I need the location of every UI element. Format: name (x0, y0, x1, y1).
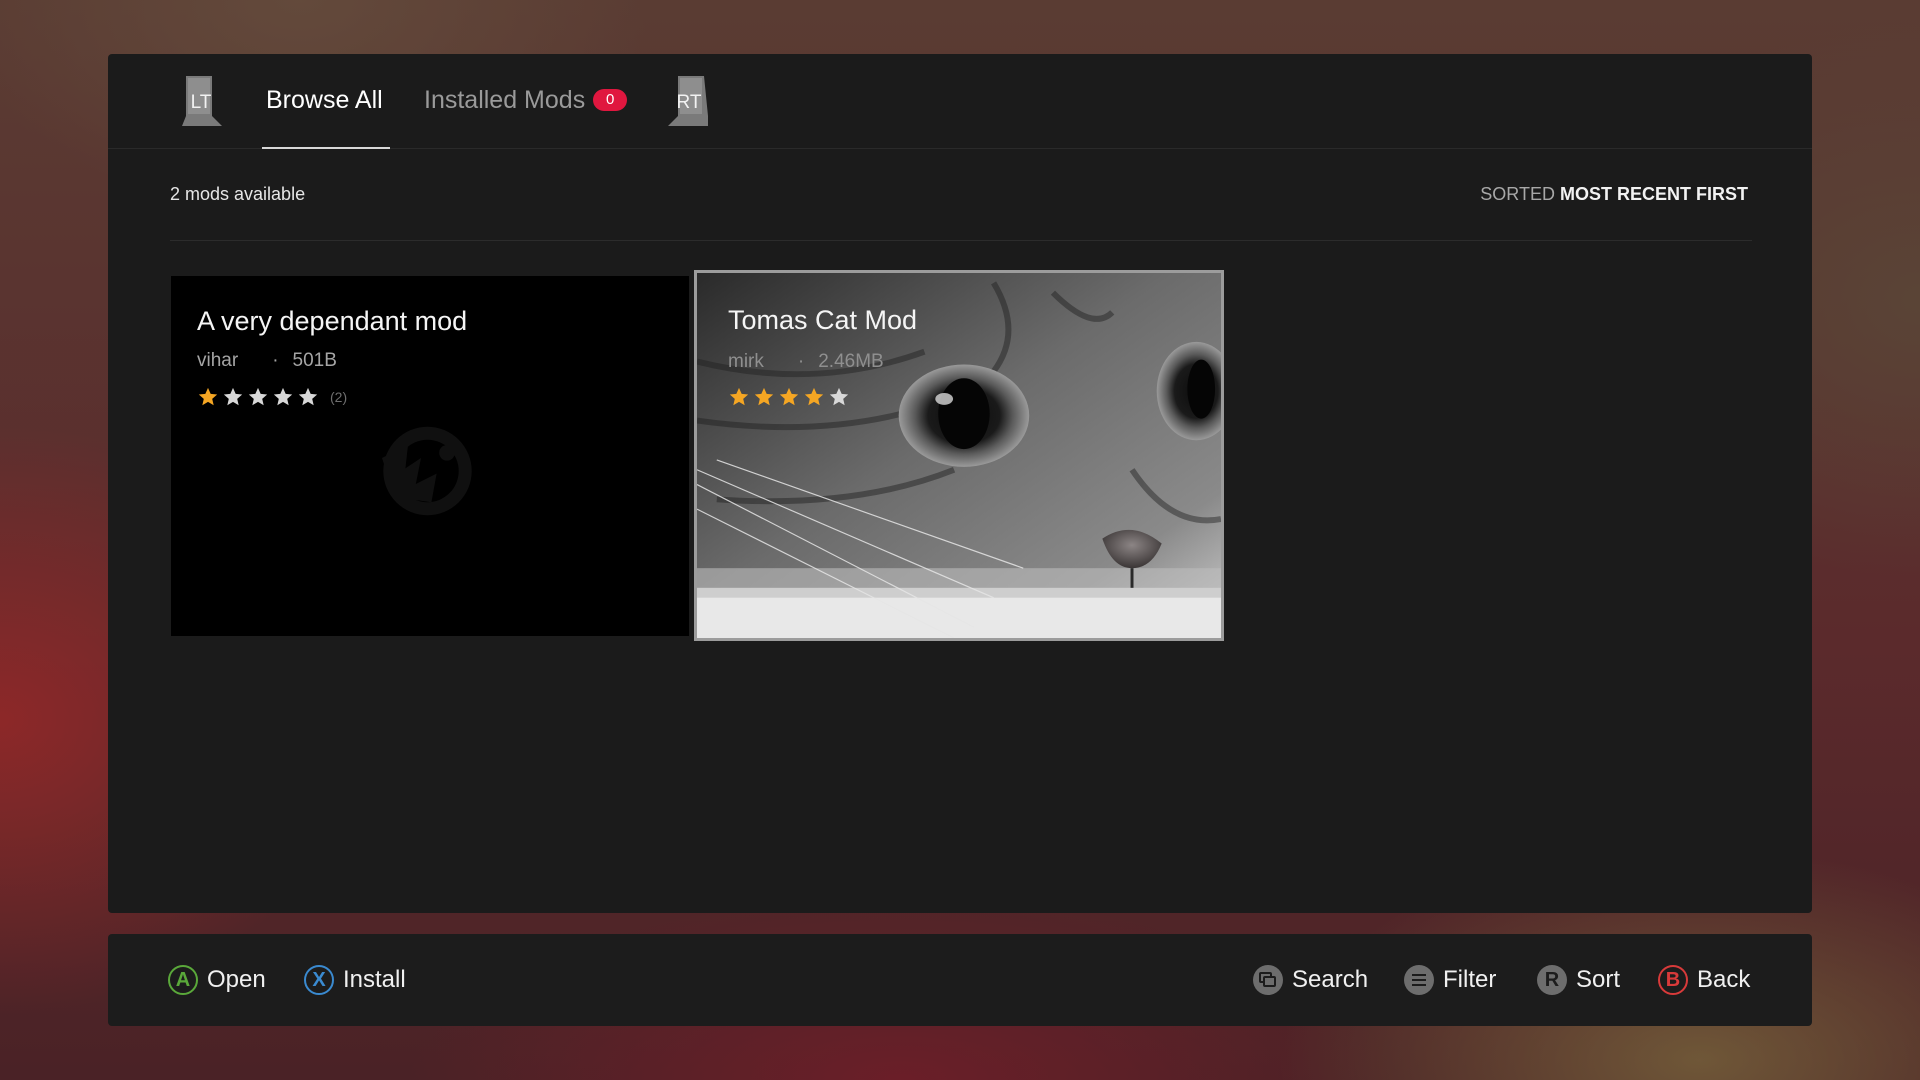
search-hint[interactable]: Search (1253, 964, 1368, 996)
faction-emblem-icon (382, 426, 472, 516)
tab-installed-mods-label: Installed Mods (424, 86, 586, 114)
sort-indicator: SORTED MOST RECENT FIRST (1480, 184, 1748, 205)
mod-author: vihar (197, 350, 239, 371)
right-trigger-button[interactable]: RT (666, 72, 712, 128)
meta-separator: · (797, 351, 805, 372)
mod-size: 501B (292, 350, 337, 371)
menu-button-icon (1404, 965, 1434, 995)
star-empty-icon (828, 386, 850, 408)
left-trigger-button[interactable]: LT (178, 72, 224, 128)
list-info-bar: 2 mods available SORTED MOST RECENT FIRS… (170, 184, 1748, 206)
mod-title: A very dependant mod (197, 306, 468, 336)
mod-author: mirk (728, 351, 764, 372)
view-button-icon (1253, 965, 1283, 995)
back-hint[interactable]: B Back (1658, 964, 1750, 996)
star-filled-icon (778, 386, 800, 408)
install-label: Install (343, 966, 406, 993)
button-hints-bar: A Open X Install Search Filter R Sort B (108, 934, 1812, 1026)
mod-card-selected[interactable]: Tomas Cat Mod mirk · 2.46MB (694, 270, 1224, 641)
mod-meta: vihar · 501B (197, 350, 337, 372)
installed-count-badge: 0 (593, 89, 628, 111)
tab-browse-all-label: Browse All (266, 86, 383, 114)
mods-available-count: 2 mods available (170, 184, 306, 204)
rating-stars: (2) (197, 386, 347, 408)
install-hint[interactable]: X Install (304, 964, 406, 996)
mod-meta: mirk · 2.46MB (728, 351, 884, 373)
view-icon (1259, 972, 1276, 987)
active-tab-underline (262, 147, 390, 149)
tab-bar: LT Browse All Installed Mods 0 RT (108, 54, 1812, 149)
filter-hint[interactable]: Filter (1404, 964, 1496, 996)
mod-title: Tomas Cat Mod (728, 305, 918, 335)
right-trigger-label: RT (676, 92, 702, 113)
sorted-value: MOST RECENT FIRST (1560, 184, 1748, 204)
a-button-icon: A (168, 965, 198, 995)
left-trigger-label: LT (190, 92, 212, 113)
sort-hint[interactable]: R Sort (1537, 964, 1620, 996)
sorted-label: SORTED (1480, 184, 1555, 204)
r-stick-icon: R (1537, 965, 1567, 995)
back-label: Back (1697, 966, 1751, 993)
tab-installed-mods[interactable]: Installed Mods 0 (424, 86, 628, 115)
x-button-icon: X (304, 965, 334, 995)
mod-size: 2.46MB (818, 351, 884, 372)
open-hint[interactable]: A Open (168, 964, 266, 996)
star-empty-icon (272, 386, 294, 408)
divider (170, 240, 1752, 241)
filter-label: Filter (1443, 966, 1497, 993)
rating-count: (2) (330, 389, 348, 405)
rating-stars (728, 386, 853, 408)
star-filled-icon (753, 386, 775, 408)
star-empty-icon (297, 386, 319, 408)
b-button-icon: B (1658, 965, 1688, 995)
tab-browse-all[interactable]: Browse All (266, 86, 383, 115)
mod-card[interactable]: A very dependant mod vihar · 501B (2) (171, 276, 689, 636)
sort-label: Sort (1576, 966, 1621, 993)
star-filled-icon (197, 386, 219, 408)
star-empty-icon (222, 386, 244, 408)
mods-panel: LT Browse All Installed Mods 0 RT 2 mods … (108, 54, 1812, 913)
open-label: Open (207, 966, 266, 993)
menu-icon (1412, 974, 1426, 986)
star-empty-icon (247, 386, 269, 408)
search-label: Search (1292, 966, 1369, 993)
meta-separator: · (272, 350, 279, 371)
star-filled-icon (728, 386, 750, 408)
star-filled-icon (803, 386, 825, 408)
